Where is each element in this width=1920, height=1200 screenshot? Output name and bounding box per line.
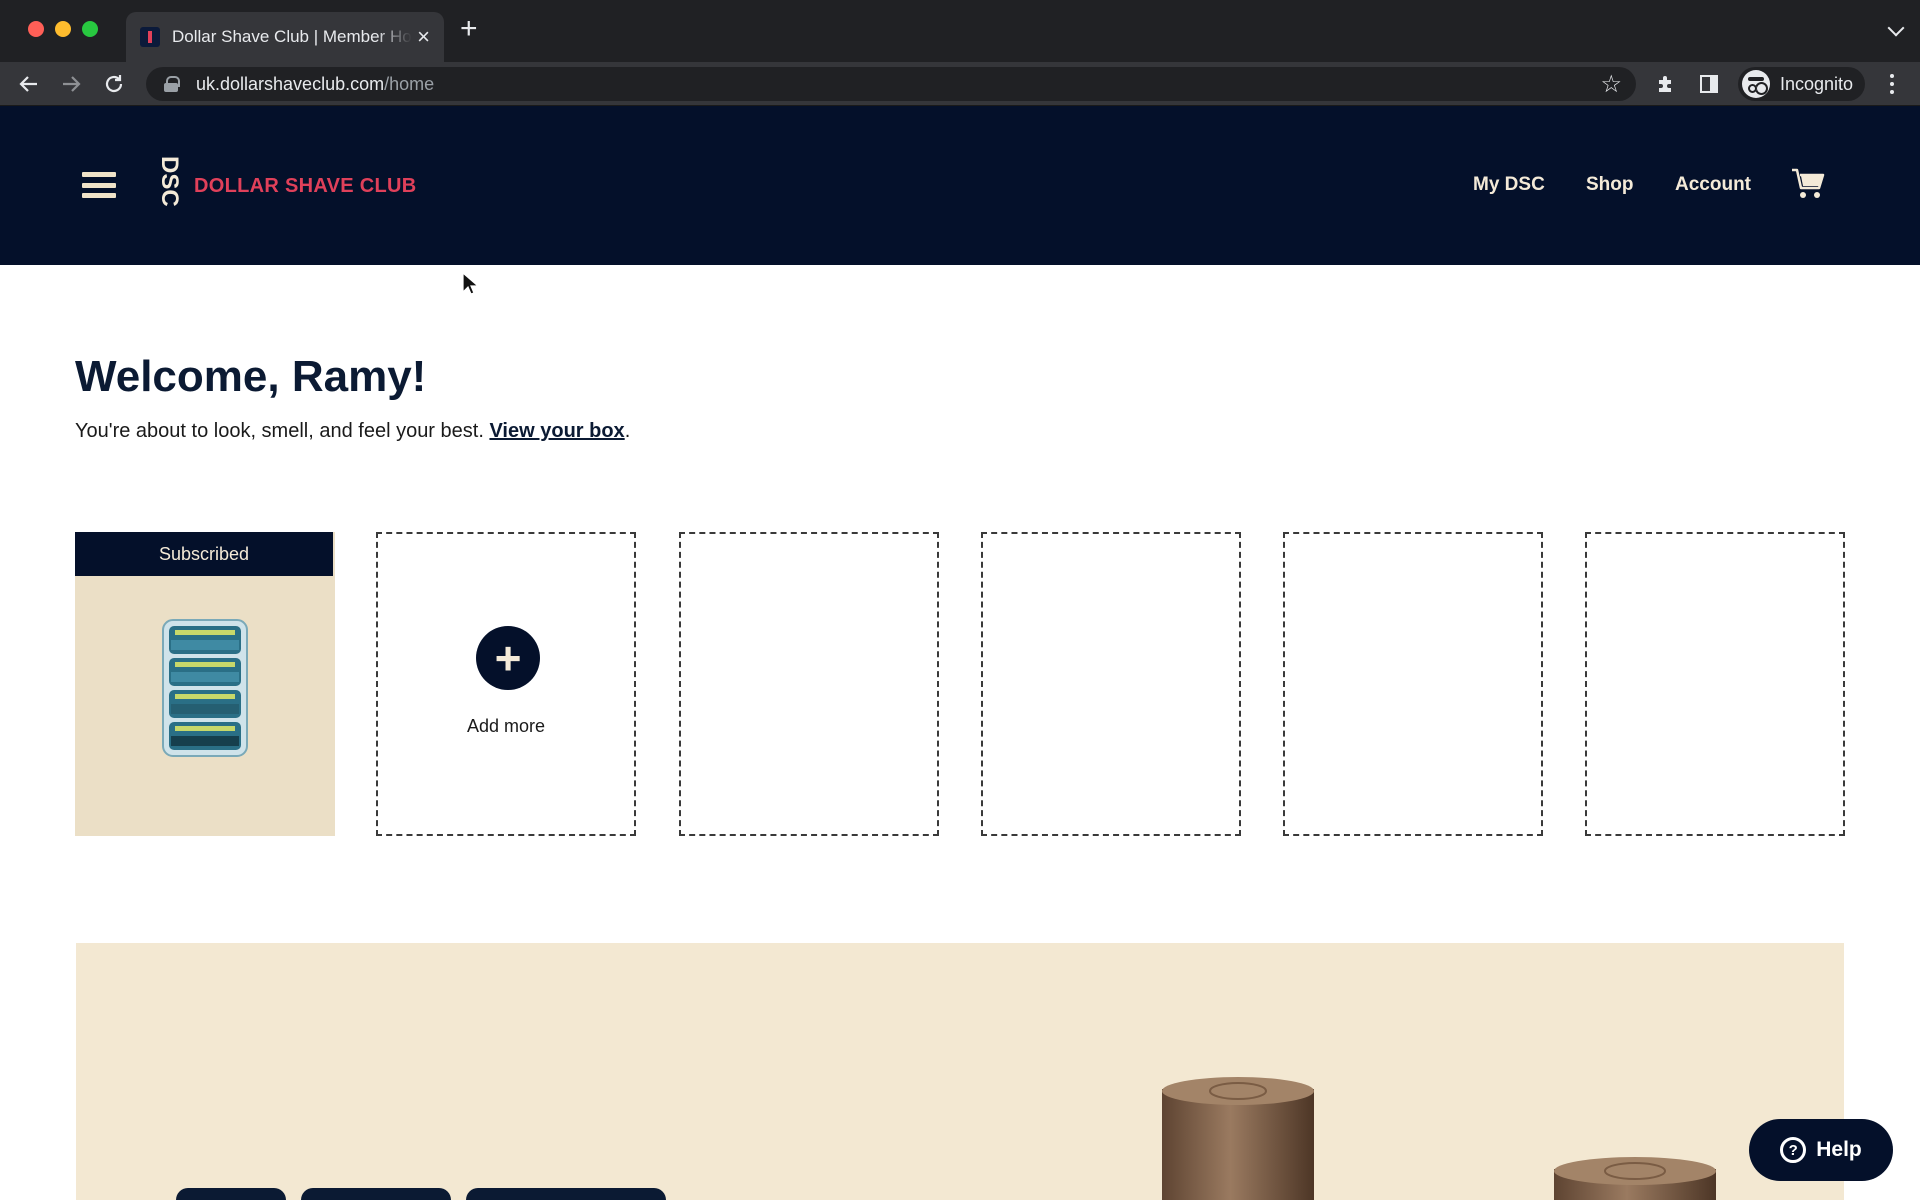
- empty-box-slot[interactable]: [1585, 532, 1845, 836]
- back-arrow-icon[interactable]: [15, 70, 43, 98]
- url-host: uk.dollarshaveclub.com: [196, 73, 385, 94]
- subscribed-product-tile[interactable]: Subscribed: [75, 532, 335, 836]
- hamburger-menu-icon[interactable]: [82, 172, 116, 198]
- browser-tabstrip: Dollar Shave Club | Member Home × +: [0, 0, 1920, 62]
- window-minimize-button[interactable]: [55, 21, 71, 37]
- promo-heading-cut-off: [176, 1186, 696, 1200]
- empty-box-slot[interactable]: [981, 532, 1241, 836]
- dsc-logo-text: DSC: [156, 156, 183, 207]
- view-your-box-link[interactable]: View your box: [489, 420, 624, 442]
- product-jar-image: [1160, 1075, 1316, 1200]
- welcome-subtitle: You're about to look, smell, and feel yo…: [75, 420, 630, 443]
- browser-tab-active[interactable]: Dollar Shave Club | Member Home ×: [126, 12, 444, 62]
- browser-toolbar: uk.dollarshaveclub.com/home ☆ Incognito: [0, 62, 1920, 106]
- tab-search-chevron-icon[interactable]: [1887, 19, 1905, 37]
- dsc-logo-mark[interactable]: DSC: [156, 154, 186, 218]
- address-bar[interactable]: uk.dollarshaveclub.com/home ☆: [146, 67, 1636, 101]
- brand-name[interactable]: DOLLAR SHAVE CLUB: [194, 175, 417, 198]
- dsc-favicon-icon: [140, 27, 160, 47]
- nav-account[interactable]: Account: [1675, 174, 1751, 196]
- help-label: Help: [1816, 1138, 1862, 1161]
- promo-banner: [76, 943, 1844, 1200]
- window-zoom-button[interactable]: [82, 21, 98, 37]
- empty-box-slot[interactable]: [679, 532, 939, 836]
- welcome-subtitle-text: You're about to look, smell, and feel yo…: [75, 420, 490, 442]
- new-tab-plus-icon[interactable]: +: [460, 14, 478, 44]
- add-more-label: Add more: [466, 716, 546, 736]
- incognito-icon: [1742, 70, 1770, 98]
- tab-close-icon[interactable]: ×: [417, 26, 430, 48]
- site-header: DSC DOLLAR SHAVE CLUB My DSC Shop Accoun…: [0, 106, 1920, 265]
- add-more-plus-icon[interactable]: +: [476, 626, 540, 690]
- url-path: /home: [384, 73, 435, 94]
- razor-cartridges-image: [159, 618, 251, 763]
- side-panel-icon[interactable]: [1695, 70, 1723, 98]
- bookmark-star-icon[interactable]: ☆: [1600, 70, 1622, 99]
- help-question-icon: ?: [1780, 1137, 1807, 1163]
- nav-shop[interactable]: Shop: [1586, 174, 1634, 196]
- empty-box-slot[interactable]: [1283, 532, 1543, 836]
- reload-icon[interactable]: [100, 70, 128, 98]
- lock-icon[interactable]: [164, 76, 180, 92]
- add-more-slot[interactable]: + Add more: [376, 532, 636, 836]
- product-jar-small-image: [1552, 1155, 1718, 1200]
- welcome-heading: Welcome, Ramy!: [75, 352, 427, 401]
- incognito-profile-button[interactable]: Incognito: [1738, 67, 1866, 101]
- tab-title: Dollar Shave Club | Member Home: [172, 27, 412, 46]
- browser-menu-dots-icon[interactable]: [1880, 72, 1904, 96]
- nav-my-dsc[interactable]: My DSC: [1473, 174, 1545, 196]
- extensions-puzzle-icon[interactable]: [1652, 70, 1680, 98]
- subscribed-badge: Subscribed: [75, 532, 333, 576]
- window-close-button[interactable]: [28, 21, 44, 37]
- forward-arrow-icon[interactable]: [57, 70, 85, 98]
- welcome-subtitle-end: .: [624, 420, 631, 442]
- cart-icon[interactable]: [1790, 166, 1826, 207]
- help-button[interactable]: ? Help: [1749, 1119, 1893, 1181]
- incognito-label: Incognito: [1780, 73, 1854, 94]
- mouse-cursor-icon: [462, 271, 480, 301]
